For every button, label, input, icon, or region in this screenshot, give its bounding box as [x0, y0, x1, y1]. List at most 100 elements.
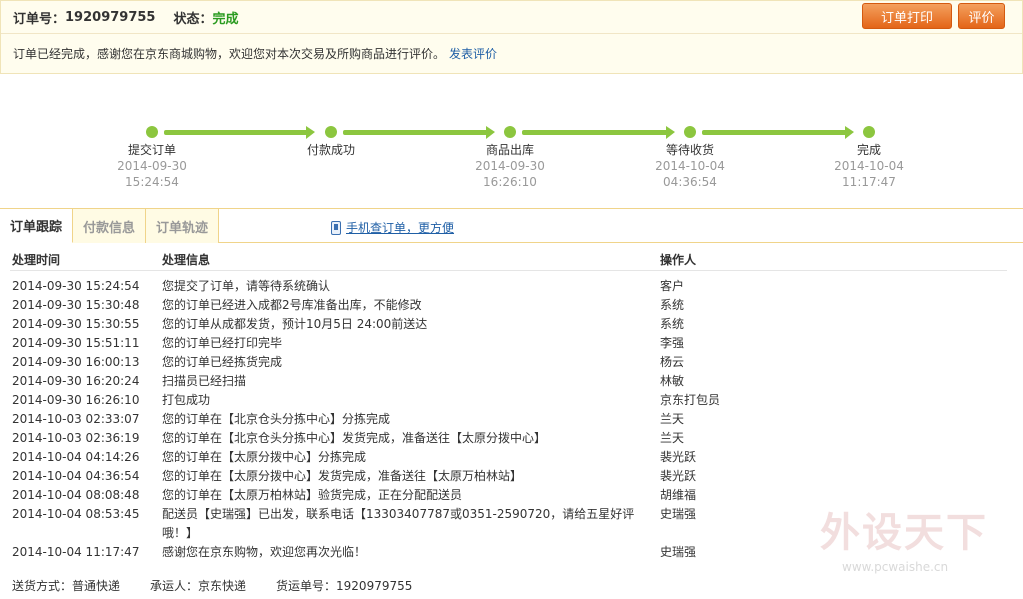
row-time: 2014-10-04 04:36:54 — [12, 469, 140, 483]
row-time: 2014-10-04 04:14:26 — [12, 450, 140, 464]
progress-arrow-2 — [343, 126, 495, 139]
progress-arrow-3 — [522, 126, 675, 139]
step-time: 16:26:10 — [483, 175, 537, 189]
step-name: 等待收货 — [665, 143, 714, 157]
row-operator: 杨云 — [660, 355, 685, 369]
status-label: 状态： — [173, 11, 213, 27]
row-info: 您的订单已经拣货完成 — [162, 355, 283, 369]
row-time: 2014-10-04 11:17:47 — [12, 545, 140, 559]
progress-step-awaiting: 等待收货 2014-10-04 04:36:54 — [630, 142, 750, 190]
header-operator: 操作人 — [660, 253, 697, 267]
row-info: 感谢您在京东购物，欢迎您再次光临！ — [162, 545, 367, 559]
row-info: 您的订单在【太原分拨中心】发货完成，准备送往【太原万柏林站】 — [162, 469, 523, 483]
post-review-link[interactable]: 发表评价 — [449, 47, 497, 61]
row-time: 2014-09-30 15:24:54 — [12, 279, 140, 293]
waybill-number: 货运单号：1920979755 — [276, 579, 413, 593]
step-date: 2014-09-30 — [117, 159, 187, 173]
shipping-method: 送货方式：普通快递 — [12, 579, 121, 593]
progress-step-shipped: 商品出库 2014-09-30 16:26:10 — [450, 142, 570, 190]
table-row: 2014-09-30 16:26:10 打包成功 京东打包员 — [0, 391, 1023, 410]
row-operator: 系统 — [660, 317, 685, 331]
progress-step-submit: 提交订单 2014-09-30 15:24:54 — [92, 142, 212, 190]
progress-dot-2 — [325, 126, 337, 138]
completion-message: 订单已经完成，感谢您在京东商城购物，欢迎您对本次交易及所购商品进行评价。 发表评价 — [13, 45, 497, 62]
table-header: 处理时间 处理信息 操作人 — [0, 247, 1023, 269]
row-info: 您提交了订单，请等待系统确认 — [162, 279, 331, 293]
row-operator: 史瑞强 — [660, 545, 697, 559]
row-operator: 裴光跃 — [660, 469, 697, 483]
row-operator: 京东打包员 — [660, 393, 721, 407]
row-time: 2014-09-30 16:26:10 — [12, 393, 140, 407]
table-row: 2014-10-04 04:14:26 您的订单在【太原分拨中心】分拣完成 裴光跃 — [0, 448, 1023, 467]
row-time: 2014-09-30 15:30:55 — [12, 317, 140, 331]
status-value: 完成 — [212, 11, 239, 27]
step-time: 11:17:47 — [842, 175, 896, 189]
mobile-order-link[interactable]: 手机查订单，更方便 — [331, 219, 454, 236]
row-operator: 史瑞强 — [660, 507, 697, 521]
review-button[interactable]: 评价 — [958, 3, 1005, 29]
progress-arrow-4 — [702, 126, 854, 139]
row-time: 2014-10-04 08:53:45 — [12, 507, 140, 521]
row-info: 您的订单在【北京仓头分拣中心】发货完成，准备送往【太原分拨中心】 — [162, 431, 547, 445]
step-name: 完成 — [856, 143, 881, 157]
header-divider — [1, 33, 1022, 34]
row-info: 扫描员已经扫描 — [162, 374, 247, 388]
progress-dot-4 — [684, 126, 696, 138]
watermark-logo: 外设天下 — [820, 510, 988, 556]
row-time: 2014-10-04 08:08:48 — [12, 488, 140, 502]
step-time: 15:24:54 — [125, 175, 179, 189]
order-header: 订单号： 1920979755 状态： 完成 订单打印 评价 订单已经完成，感谢… — [0, 0, 1023, 74]
table-row: 2014-10-04 04:36:54 您的订单在【太原分拨中心】发货完成，准备送… — [0, 467, 1023, 486]
table-row: 2014-09-30 15:30:48 您的订单已经进入成都2号库准备出库，不能修… — [0, 296, 1023, 315]
table-row: 2014-09-30 15:51:11 您的订单已经打印完毕 李强 — [0, 334, 1023, 353]
row-info: 您的订单在【太原万柏林站】验货完成，正在分配配送员 — [162, 488, 463, 502]
header-time: 处理时间 — [12, 253, 61, 267]
table-row: 2014-10-03 02:36:19 您的订单在【北京仓头分拣中心】发货完成，准… — [0, 429, 1023, 448]
tab-payment-info[interactable]: 付款信息 — [73, 209, 147, 243]
progress-step-paid: 付款成功 — [271, 142, 391, 158]
tab-order-trace[interactable]: 订单轨迹 — [146, 209, 220, 243]
row-operator: 胡维福 — [660, 488, 697, 502]
order-info-row: 订单号： 1920979755 状态： 完成 — [13, 8, 239, 27]
progress-dot-5 — [863, 126, 875, 138]
step-date: 2014-10-04 — [655, 159, 725, 173]
progress-dot-1 — [146, 126, 158, 138]
table-header-divider — [10, 270, 1007, 271]
header-info: 处理信息 — [162, 253, 211, 267]
row-operator: 系统 — [660, 298, 685, 312]
progress-dot-3 — [504, 126, 516, 138]
watermark: 外设天下 www.pcwaishe.cn — [820, 500, 1020, 580]
order-number-label: 订单号： — [13, 11, 66, 27]
mobile-phone-icon — [331, 220, 341, 235]
row-operator: 兰天 — [660, 431, 685, 445]
row-info: 您的订单已经打印完毕 — [162, 336, 283, 350]
order-progress: 提交订单 2014-09-30 15:24:54 付款成功 商品出库 2014-… — [0, 75, 1023, 208]
row-info: 您的订单在【太原分拨中心】分拣完成 — [162, 450, 367, 464]
row-operator: 裴光跃 — [660, 450, 697, 464]
carrier: 承运人：京东快递 — [150, 579, 247, 593]
row-info: 您的订单从成都发货，预计10月5日 24:00前送达 — [162, 317, 428, 331]
tab-order-tracking[interactable]: 订单跟踪 — [0, 209, 74, 243]
step-name: 付款成功 — [306, 143, 355, 157]
print-order-button[interactable]: 订单打印 — [862, 3, 952, 29]
step-date: 2014-09-30 — [475, 159, 545, 173]
row-time: 2014-09-30 16:00:13 — [12, 355, 140, 369]
row-info: 打包成功 — [162, 393, 211, 407]
row-operator: 李强 — [660, 336, 685, 350]
step-date: 2014-10-04 — [834, 159, 904, 173]
table-row: 2014-09-30 16:00:13 您的订单已经拣货完成 杨云 — [0, 353, 1023, 372]
watermark-url: www.pcwaishe.cn — [842, 560, 949, 574]
step-time: 04:36:54 — [663, 175, 717, 189]
row-time: 2014-09-30 15:30:48 — [12, 298, 140, 312]
progress-arrow-1 — [164, 126, 315, 139]
row-info: 配送员【史瑞强】已出发，联系电话【13303407787或0351-259072… — [162, 507, 635, 540]
progress-step-complete: 完成 2014-10-04 11:17:47 — [809, 142, 929, 190]
table-row: 2014-09-30 15:24:54 您提交了订单，请等待系统确认 客户 — [0, 277, 1023, 296]
row-operator: 林敏 — [660, 374, 685, 388]
order-number: 1920979755 — [65, 9, 156, 25]
table-row: 2014-10-03 02:33:07 您的订单在【北京仓头分拣中心】分拣完成 兰天 — [0, 410, 1023, 429]
tab-bar: 订单跟踪 付款信息 订单轨迹 — [0, 209, 220, 243]
completion-message-text: 订单已经完成，感谢您在京东商城购物，欢迎您对本次交易及所购商品进行评价。 — [13, 47, 446, 61]
row-time: 2014-09-30 16:20:24 — [12, 374, 140, 388]
row-operator: 兰天 — [660, 412, 685, 426]
